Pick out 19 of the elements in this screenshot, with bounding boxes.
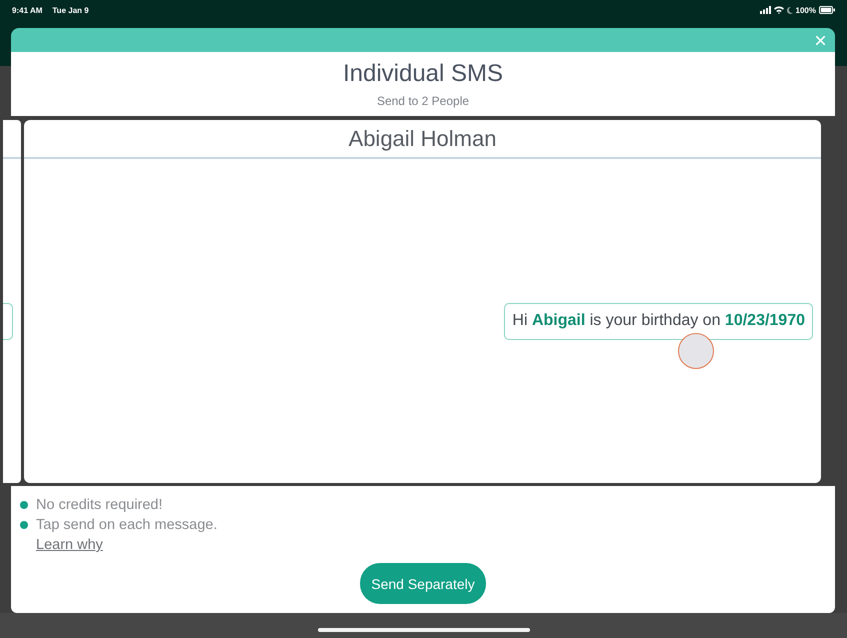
- recipient-name: Abigail Holman: [348, 126, 496, 152]
- battery-icon: [819, 6, 835, 14]
- signal-icon: [760, 6, 771, 14]
- wifi-icon: [774, 6, 784, 14]
- dialog-title: Individual SMS: [342, 60, 504, 88]
- status-time: 9:41 AM: [12, 6, 42, 14]
- learn-why-link[interactable]: Learn why: [36, 535, 103, 555]
- send-separately-button[interactable]: Send Separately: [360, 563, 486, 604]
- close-button[interactable]: [814, 34, 827, 46]
- bullet-dot-icon: [20, 521, 28, 529]
- note-text: No credits required!: [36, 497, 163, 513]
- battery-percent: 100%: [796, 6, 816, 14]
- dialog-subtitle: Send to 2 People: [376, 94, 470, 108]
- moon-icon: [786, 6, 793, 14]
- status-date: Tue Jan 9: [52, 6, 89, 14]
- bullet-dot-icon: [20, 501, 28, 509]
- message-bubble: Hi Abigail is your birthday on 10/23/1970: [504, 302, 813, 340]
- note-text: Tap send on each message.: [36, 517, 218, 533]
- close-icon: [816, 36, 825, 44]
